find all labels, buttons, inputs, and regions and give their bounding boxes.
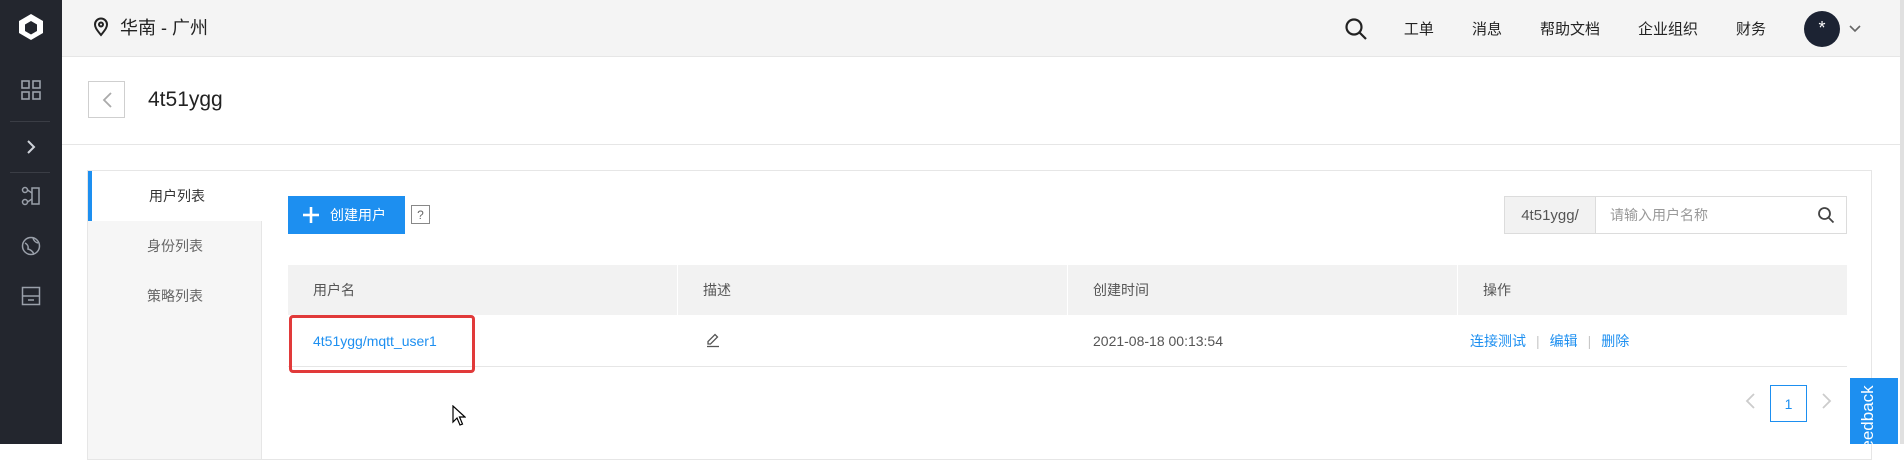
nav-organization[interactable]: 企业组织 <box>1638 18 1698 39</box>
user-search: 4t51ygg/ <box>1504 196 1847 234</box>
feedback-label: Feedback <box>1858 385 1877 444</box>
side-tabs: 用户列表 身份列表 策略列表 <box>88 171 262 459</box>
inbox-icon[interactable] <box>0 271 62 321</box>
description-cell <box>678 315 1068 367</box>
mouse-cursor-icon <box>452 404 467 432</box>
created-time-cell: 2021-08-18 00:13:54 <box>1093 333 1223 349</box>
location-pin-icon <box>93 17 109 37</box>
user-menu[interactable]: * <box>1804 10 1862 47</box>
user-table: 用户名 描述 创建时间 操作 4t51ygg/mqtt_user1 2021-0… <box>288 265 1847 373</box>
nav-help-docs[interactable]: 帮助文档 <box>1540 18 1600 39</box>
page-title-bar: 4t51ygg <box>62 57 1904 145</box>
pagination: 1 <box>1744 385 1833 422</box>
column-header-actions: 操作 <box>1483 282 1511 298</box>
dashboard-grid-icon[interactable] <box>0 65 62 115</box>
column-header-description: 描述 <box>678 265 1068 315</box>
feedback-button[interactable]: Feedback <box>1850 378 1898 444</box>
plus-icon <box>303 207 319 223</box>
top-nav: 工单 消息 帮助文档 企业组织 财务 * <box>1344 0 1904 57</box>
create-user-button[interactable]: 创建用户 <box>288 196 405 234</box>
help-icon[interactable]: ? <box>411 205 430 224</box>
back-button[interactable] <box>88 81 125 118</box>
left-icon-rail <box>0 0 62 444</box>
username-link[interactable]: 4t51ygg/mqtt_user1 <box>313 333 437 349</box>
logo-icon[interactable] <box>0 0 62 54</box>
tab-identity-list[interactable]: 身份列表 <box>88 221 262 271</box>
chevron-down-icon <box>1849 24 1861 32</box>
actions-cell: 连接测试 | 编辑 | 删除 <box>1458 315 1847 367</box>
connect-test-link[interactable]: 连接测试 <box>1470 331 1526 351</box>
action-divider: | <box>1587 333 1592 349</box>
search-prefix: 4t51ygg/ <box>1505 197 1596 233</box>
globe-icon[interactable] <box>0 221 62 271</box>
region-label: 华南 - 广州 <box>120 18 208 38</box>
tab-user-list[interactable]: 用户列表 <box>88 171 262 221</box>
table-row: 4t51ygg/mqtt_user1 2021-08-18 00:13:54 连… <box>288 315 1847 367</box>
search-input[interactable] <box>1596 197 1806 233</box>
page-number[interactable]: 1 <box>1770 385 1807 422</box>
search-button[interactable] <box>1806 197 1846 233</box>
top-header: 华南 - 广州 工单 消息 帮助文档 企业组织 财务 * <box>62 0 1904 57</box>
scrollbar[interactable] <box>1900 0 1904 444</box>
column-header-username: 用户名 <box>288 265 678 315</box>
chevron-left-icon <box>102 91 112 108</box>
nav-ticket[interactable]: 工单 <box>1404 18 1434 39</box>
avatar[interactable]: * <box>1804 10 1840 47</box>
content-panel: 用户列表 身份列表 策略列表 创建用户 ? 4t51ygg/ 用户名 描述 创建… <box>87 170 1872 460</box>
create-user-label: 创建用户 <box>330 207 386 223</box>
table-header: 用户名 描述 创建时间 操作 <box>288 265 1847 315</box>
username-cell: 4t51ygg/mqtt_user1 <box>288 315 678 367</box>
expand-chevron-icon[interactable] <box>0 122 62 172</box>
search-icon[interactable] <box>1344 17 1368 41</box>
next-page-icon[interactable] <box>1821 392 1833 415</box>
edit-description-icon[interactable] <box>705 332 721 351</box>
tab-policy-list[interactable]: 策略列表 <box>88 271 262 321</box>
column-header-created: 创建时间 <box>1068 265 1458 315</box>
search-icon <box>1818 207 1835 224</box>
delete-link[interactable]: 删除 <box>1601 331 1629 351</box>
action-divider: | <box>1536 333 1540 349</box>
edit-link[interactable]: 编辑 <box>1550 331 1578 351</box>
prev-page-icon[interactable] <box>1744 392 1756 415</box>
nav-finance[interactable]: 财务 <box>1736 18 1766 39</box>
region-selector[interactable]: 华南 - 广州 <box>92 14 208 40</box>
page-title: 4t51ygg <box>148 88 223 111</box>
nodes-icon[interactable] <box>0 171 62 221</box>
nav-messages[interactable]: 消息 <box>1472 18 1502 39</box>
